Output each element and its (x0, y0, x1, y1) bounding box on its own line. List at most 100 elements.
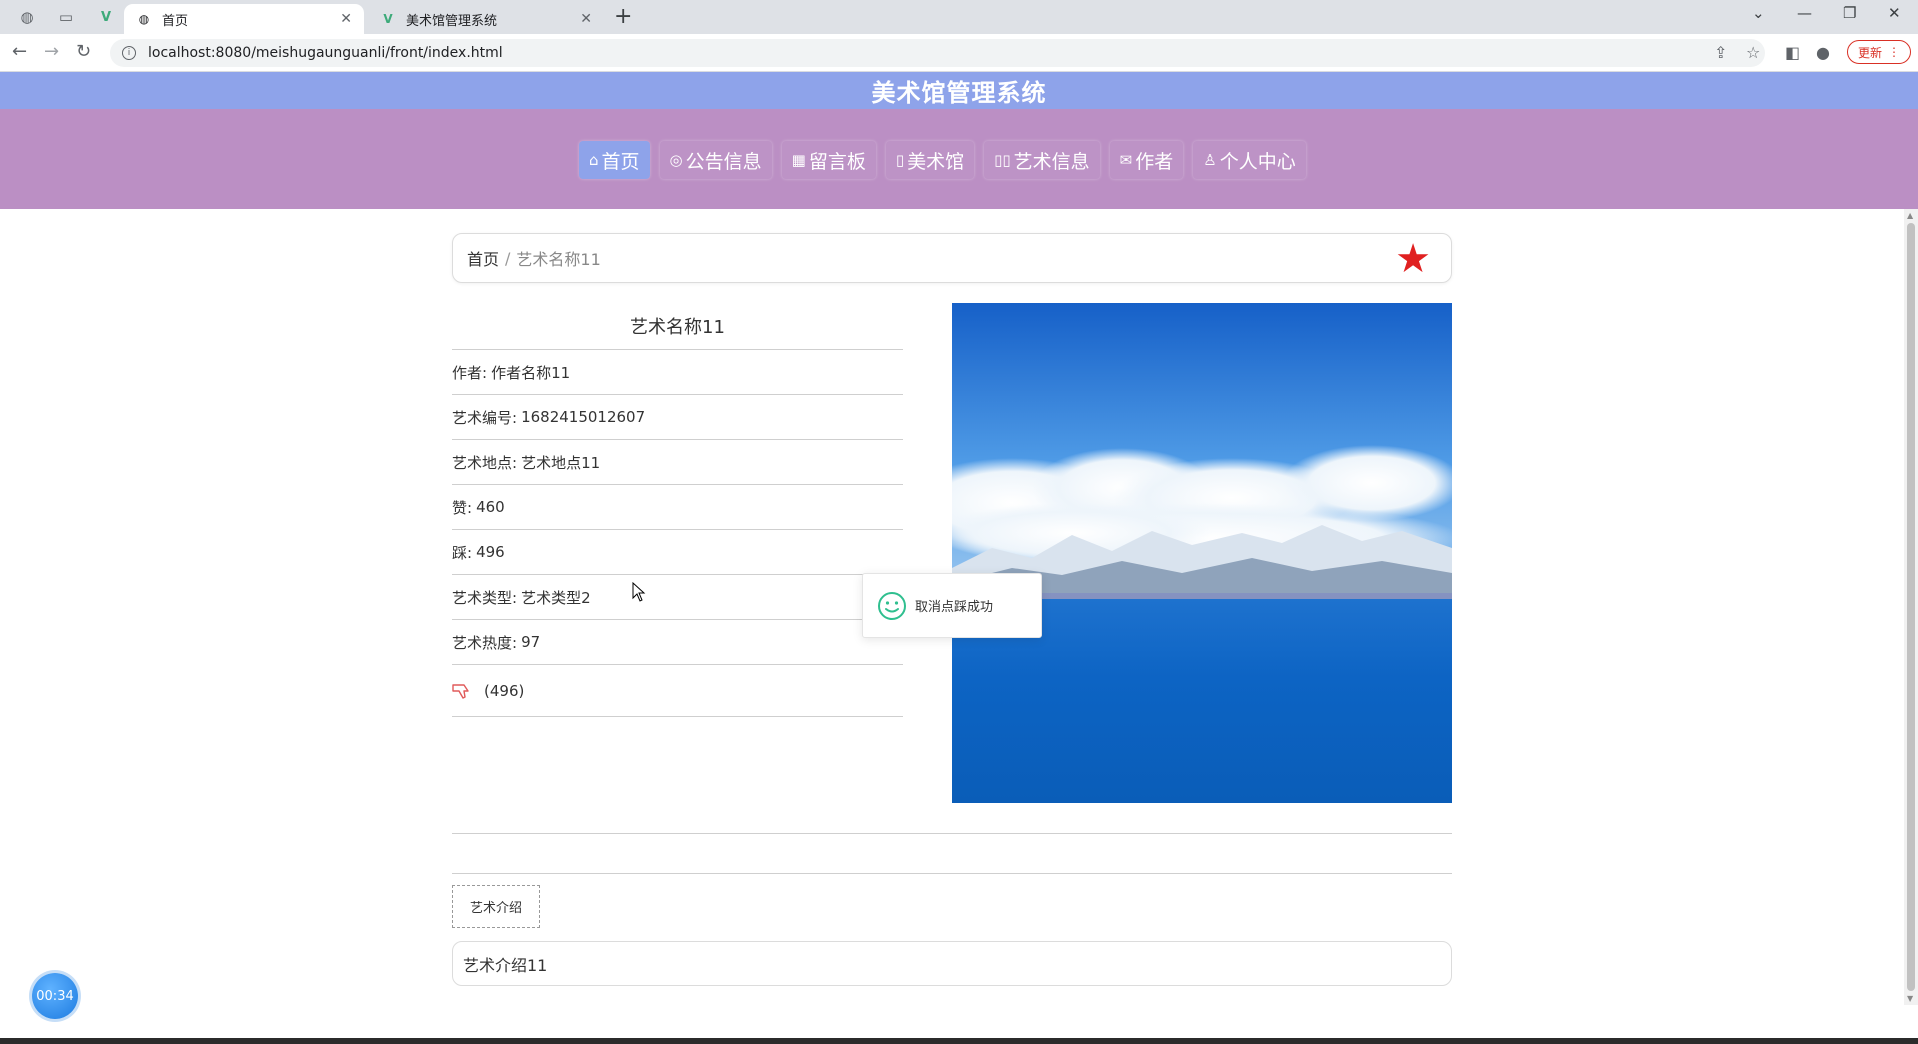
update-button[interactable]: 更新 ⋮ (1847, 40, 1912, 64)
url-text: localhost:8080/meishugaunguanli/front/in… (148, 45, 503, 61)
detail-row-likes: 赞: 460 (452, 485, 903, 530)
tab-title: 首页 (162, 13, 189, 29)
recording-timer[interactable]: 00:34 (32, 973, 78, 1019)
scrollbar-thumb[interactable] (1907, 223, 1915, 991)
window-close-icon[interactable]: ✕ (1888, 4, 1901, 22)
dislike-count: (496) (484, 681, 525, 700)
browser-tab-home[interactable]: ◍ 首页 ✕ (124, 4, 364, 34)
side-panel-icon[interactable]: ◧ (1785, 43, 1800, 62)
target-icon: ◎ (669, 151, 683, 169)
nav-item-label: 留言板 (808, 150, 866, 173)
art-intro-content: 艺术介绍11 (452, 941, 1452, 986)
pinned-tab-vue-icon[interactable]: V (95, 6, 117, 28)
section-divider (452, 873, 1452, 874)
globe-icon: ◍ (138, 12, 150, 26)
detail-row-type: 艺术类型: 艺术类型2 (452, 575, 903, 620)
nav-menu: ⌂ 首页 ◎ 公告信息 ▦ 留言板 ▯ 美术馆 ▯▯ 艺术信息 ✉ 作者 ♙ 个… (579, 141, 1306, 179)
nav-item-label: 公告信息 (685, 150, 762, 173)
profile-avatar-icon[interactable]: ● (1816, 43, 1830, 62)
detail-value: 496 (476, 543, 505, 561)
detail-value: 艺术地点11 (521, 453, 601, 472)
detail-row-art-number: 艺术编号: 1682415012607 (452, 395, 903, 440)
detail-row-dislikes: 踩: 496 (452, 530, 903, 575)
nav-item-message-board[interactable]: ▦ 留言板 (781, 141, 876, 179)
browser-tabstrip: ◍ ▭ V ◍ 首页 ✕ V 美术馆管理系统 ✕ + ⌄ — ❐ ✕ (0, 0, 1918, 34)
page-scrollbar[interactable]: ▲ ▼ (1904, 209, 1918, 1005)
browser-tab-system[interactable]: V 美术馆管理系统 ✕ (368, 4, 604, 34)
nav-item-label: 个人中心 (1219, 150, 1296, 173)
detail-key: 艺术类型: (452, 588, 518, 607)
artwork-image (952, 303, 1452, 803)
site-header: 美术馆管理系统 (0, 72, 1918, 109)
nav-item-label: 首页 (601, 150, 640, 173)
forward-icon[interactable]: → (44, 41, 59, 62)
nav-item-authors[interactable]: ✉ 作者 (1109, 141, 1184, 179)
favorite-star-icon[interactable]: ★ (1395, 239, 1431, 279)
mouse-cursor-icon (632, 582, 646, 602)
dislike-button[interactable]: (496) (452, 665, 903, 717)
tab-search-icon[interactable]: ⌄ (1752, 4, 1765, 22)
breadcrumb-separator: / (505, 248, 511, 268)
detail-key: 艺术地点: (452, 453, 518, 472)
art-intro-text: 艺术介绍11 (463, 955, 548, 975)
detail-row-location: 艺术地点: 艺术地点11 (452, 440, 903, 485)
nav-item-art-info[interactable]: ▯▯ 艺术信息 (984, 141, 1100, 179)
tab-title: 美术馆管理系统 (406, 13, 498, 29)
scroll-up-icon[interactable]: ▲ (1907, 211, 1913, 220)
update-label: 更新 (1858, 45, 1883, 60)
new-tab-button[interactable]: + (614, 4, 632, 29)
detail-value: 作者名称11 (491, 363, 571, 382)
vue-icon: V (383, 12, 393, 26)
nav-item-profile[interactable]: ♙ 个人中心 (1193, 141, 1306, 179)
pinned-tab-globe-icon[interactable]: ◍ (16, 6, 38, 28)
book-icon: ▯▯ (994, 151, 1011, 169)
tab-art-intro[interactable]: 艺术介绍 (452, 885, 540, 928)
address-bar[interactable]: i localhost:8080/meishugaunguanli/front/… (110, 39, 1765, 67)
browser-toolbar: ← → ↻ i localhost:8080/meishugaunguanli/… (0, 34, 1918, 72)
art-title: 艺术名称11 (452, 302, 903, 350)
back-icon[interactable]: ← (12, 41, 27, 62)
site-info-icon[interactable]: i (122, 46, 136, 60)
nav-item-announcements[interactable]: ◎ 公告信息 (659, 141, 772, 179)
close-icon[interactable]: ✕ (580, 11, 592, 27)
phone-icon: ▯ (895, 151, 905, 169)
art-detail-panel: 艺术名称11 作者: 作者名称11 艺术编号: 1682415012607 艺术… (452, 302, 903, 717)
breadcrumb-home-link[interactable]: 首页 (467, 246, 499, 270)
nav-item-home[interactable]: ⌂ 首页 (579, 141, 650, 179)
detail-key: 踩: (452, 543, 473, 562)
detail-row-author: 作者: 作者名称11 (452, 350, 903, 395)
site-title: 美术馆管理系统 (871, 79, 1047, 107)
smiley-icon (878, 591, 906, 620)
toast-message: 取消点踩成功 (915, 600, 994, 615)
detail-value: 460 (476, 498, 505, 516)
toast-notification: 取消点踩成功 (862, 573, 1042, 638)
minimize-icon[interactable]: — (1797, 4, 1812, 22)
more-menu-icon: ⋮ (1888, 45, 1901, 59)
grid-icon: ▦ (791, 151, 806, 169)
detail-value: 艺术类型2 (521, 588, 591, 607)
pinned-tab-blank-icon[interactable]: ▭ (55, 6, 77, 28)
section-divider (452, 833, 1452, 834)
detail-key: 作者: (452, 363, 488, 382)
breadcrumb: 首页 / 艺术名称11 ★ (452, 233, 1452, 283)
detail-value: 1682415012607 (521, 408, 646, 426)
scroll-down-icon[interactable]: ▼ (1907, 994, 1913, 1003)
detail-key: 艺术编号: (452, 408, 518, 427)
nav-item-gallery[interactable]: ▯ 美术馆 (885, 141, 975, 179)
reload-icon[interactable]: ↻ (76, 41, 91, 62)
detail-value: 97 (521, 633, 541, 651)
detail-row-popularity: 艺术热度: 97 (452, 620, 903, 665)
user-icon: ♙ (1203, 151, 1217, 169)
thumbs-down-icon (452, 683, 469, 699)
home-icon: ⌂ (589, 151, 599, 169)
detail-key: 艺术热度: (452, 633, 518, 652)
artwork-landscape (952, 303, 1452, 803)
nav-item-label: 作者 (1135, 150, 1174, 173)
close-icon[interactable]: ✕ (340, 11, 352, 27)
nav-item-label: 艺术信息 (1013, 150, 1090, 173)
bookmark-star-icon[interactable]: ☆ (1746, 43, 1760, 62)
restore-icon[interactable]: ❐ (1843, 4, 1856, 22)
breadcrumb-current: 艺术名称11 (516, 250, 601, 269)
main-nav: ⌂ 首页 ◎ 公告信息 ▦ 留言板 ▯ 美术馆 ▯▯ 艺术信息 ✉ 作者 ♙ 个… (0, 109, 1918, 209)
share-icon[interactable]: ⇪ (1714, 43, 1727, 62)
